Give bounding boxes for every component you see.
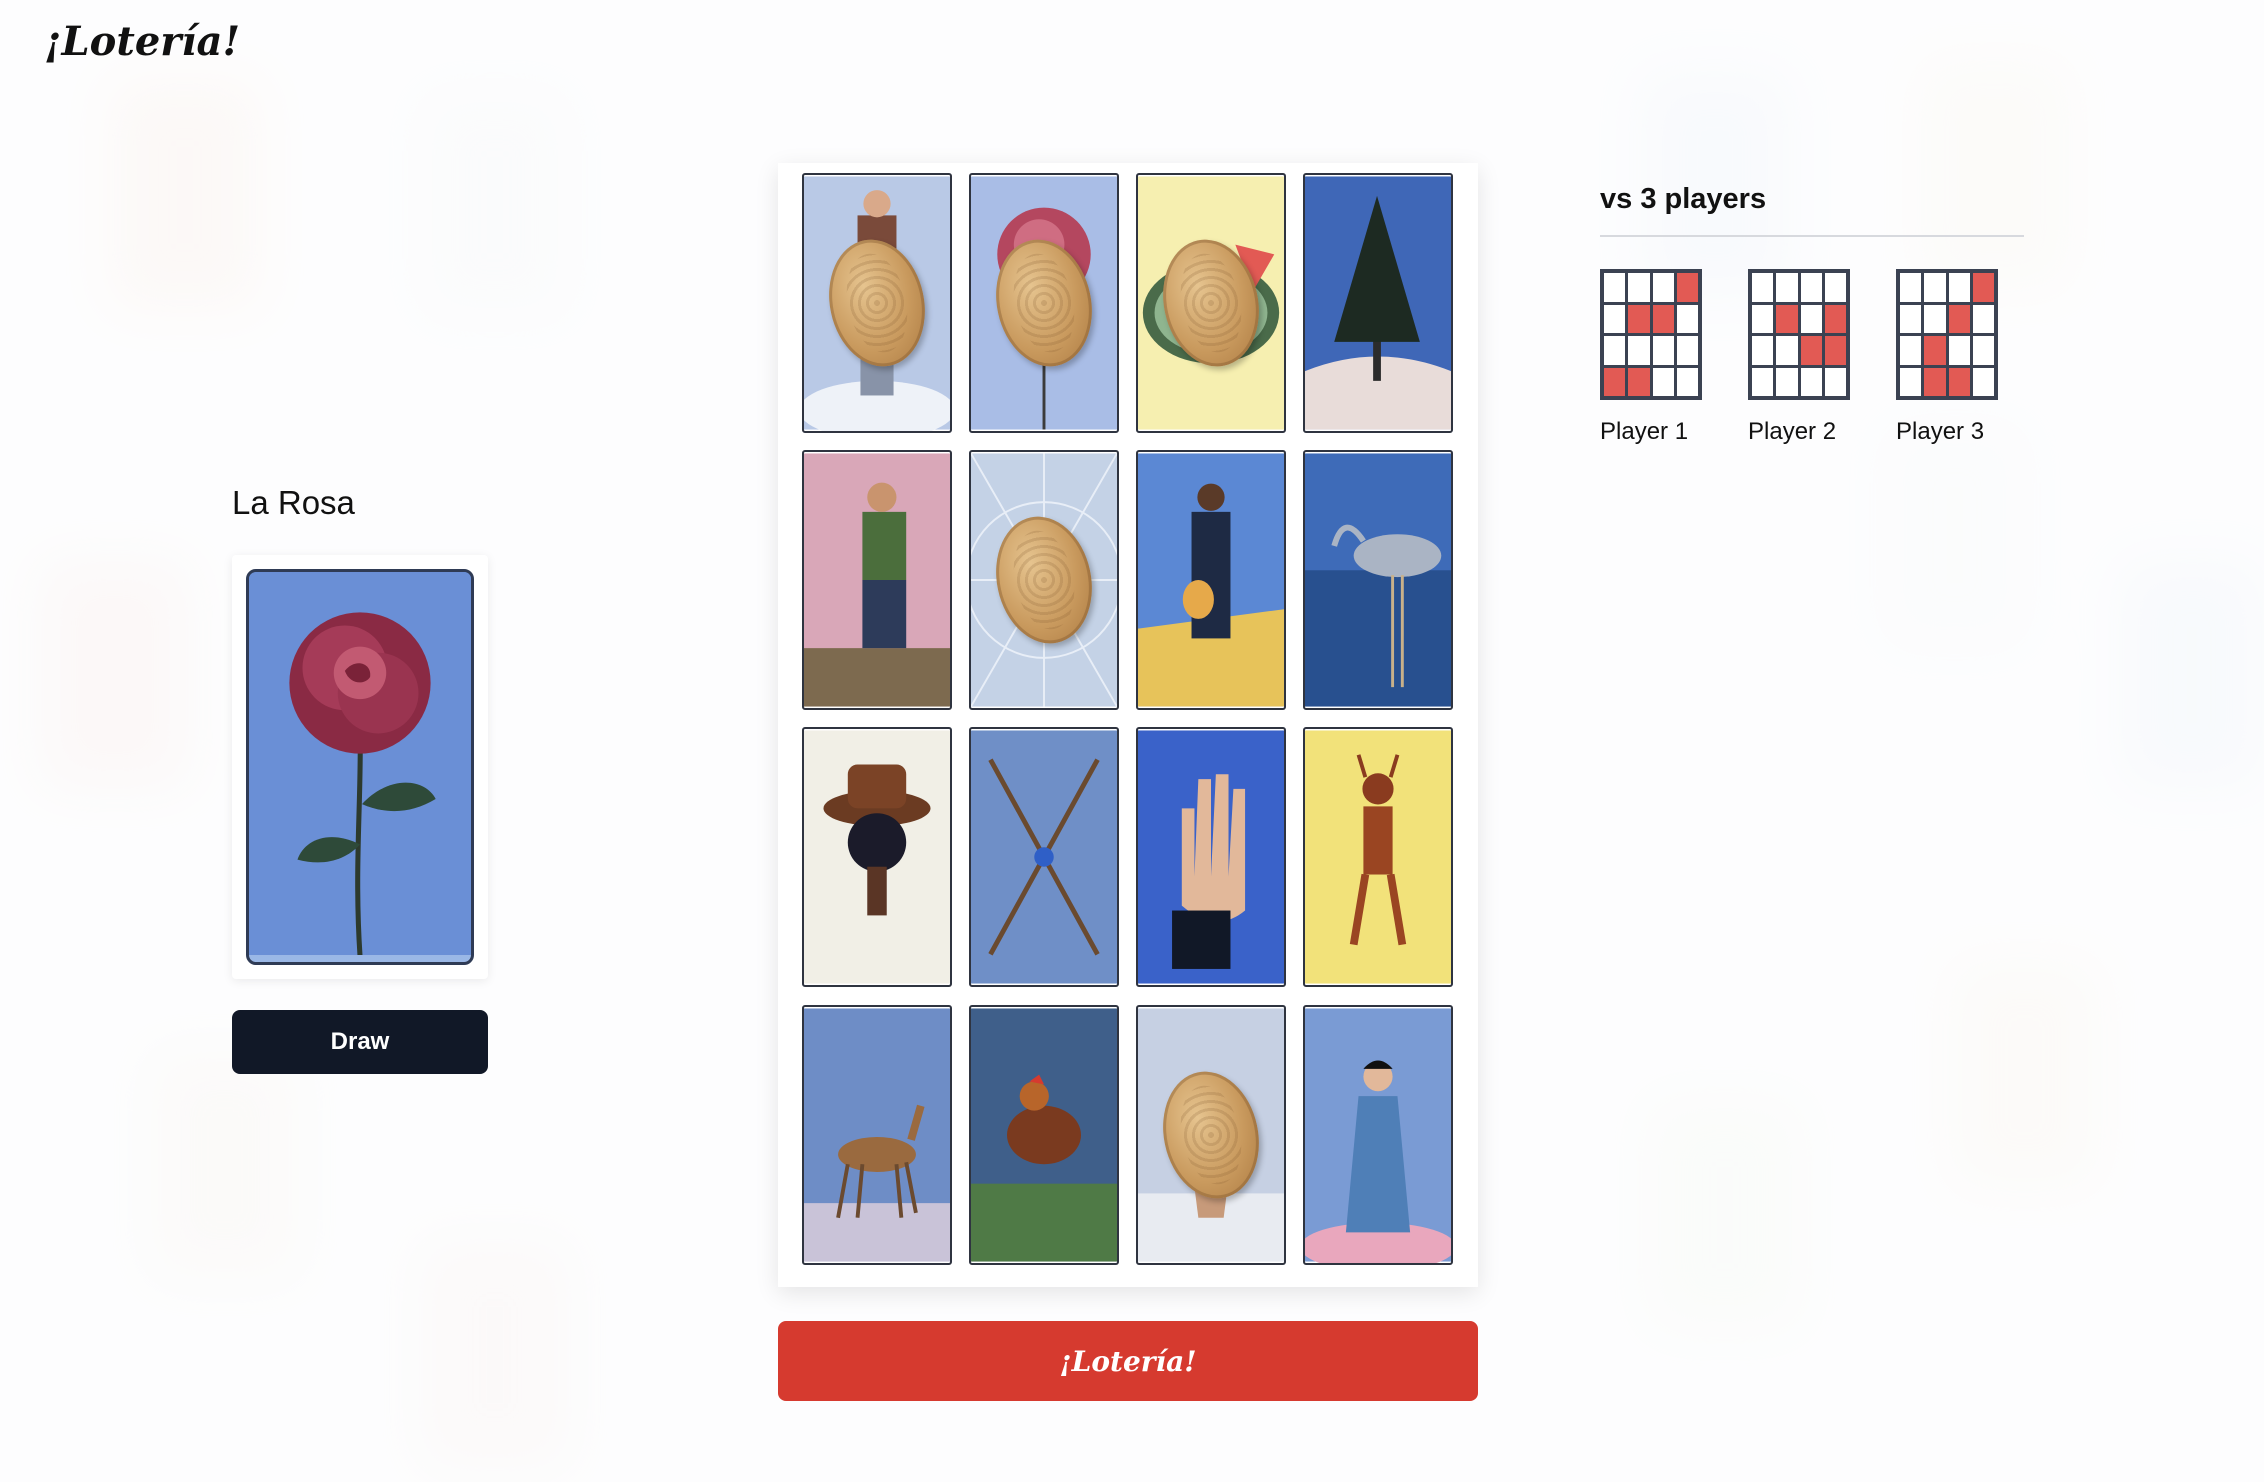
player-mini-board [1600,269,1702,400]
mini-board-cell-marked [1924,367,1946,396]
mini-board-cell [1652,367,1674,396]
mini-board-cell [1972,367,1994,396]
mini-board-cell [1752,273,1774,302]
board-card-arrows[interactable] [969,727,1119,987]
board-card-rose[interactable] [969,173,1119,433]
called-card-name: La Rosa [232,484,355,521]
board-card-flowerpot[interactable] [1136,1005,1286,1265]
mini-board-cell [1900,304,1922,333]
mini-board-cell-marked [1628,304,1650,333]
mini-board-cell [1752,336,1774,365]
board-card-pine[interactable] [1303,173,1453,433]
mini-board-cell [1900,273,1922,302]
mini-board-cell [1676,336,1698,365]
mini-board-cell-marked [1924,336,1946,365]
player-mini-board [1896,269,1998,400]
mini-board-cell [1972,304,1994,333]
opponent-player-1: Player 1 [1600,269,1702,446]
mini-board-cell-marked [1972,273,1994,302]
mini-board-cell [1604,273,1626,302]
board-card-lady[interactable] [1303,1005,1453,1265]
board-card-watermelon[interactable] [1136,173,1286,433]
mini-board-cell [1604,336,1626,365]
board-card-deer[interactable] [802,1005,952,1265]
loteria-button[interactable]: ¡Lotería! [778,1321,1478,1401]
mini-board-cell [1776,367,1798,396]
board-card-hat[interactable] [802,727,952,987]
mini-board-cell [1652,336,1674,365]
mini-board-cell-marked [1676,273,1698,302]
mini-board-cell [1752,304,1774,333]
mini-board-cell [1776,273,1798,302]
mini-board-cell-marked [1604,367,1626,396]
mini-board-cell-marked [1800,336,1822,365]
mini-board-cell [1676,304,1698,333]
mini-board-cell [1776,336,1798,365]
mini-board-cell [1628,273,1650,302]
mini-board-cell [1948,336,1970,365]
loteria-board [778,163,1478,1287]
called-card [232,555,488,979]
mini-board-cell [1800,273,1822,302]
mini-board-cell [1824,273,1846,302]
player-mini-board [1748,269,1850,400]
board-card-man[interactable] [802,173,952,433]
board-card-devil[interactable] [1303,727,1453,987]
app-logo: ¡Lotería! [44,18,241,65]
mini-board-cell [1652,273,1674,302]
mini-board-cell-marked [1824,304,1846,333]
mini-board-cell [1752,367,1774,396]
board-card-drunk[interactable] [802,450,952,710]
mini-board-cell [1824,367,1846,396]
mini-board-cell-marked [1948,304,1970,333]
mini-board-cell [1900,367,1922,396]
mini-board-cell [1604,304,1626,333]
board-card-spider[interactable] [969,450,1119,710]
mini-board-cell [1900,336,1922,365]
rose-illustration [249,572,471,956]
board-card-musician[interactable] [1136,450,1286,710]
player-name: Player 3 [1896,418,1985,445]
mini-board-cell [1800,304,1822,333]
mini-board-cell [1972,336,1994,365]
mini-board-cell [1628,336,1650,365]
opponents-title: vs 3 players [1600,183,1767,215]
mini-board-cell [1948,273,1970,302]
draw-button[interactable]: Draw [232,1010,488,1074]
board-card-rooster[interactable] [969,1005,1119,1265]
mini-board-cell-marked [1652,304,1674,333]
board-card-heron[interactable] [1303,450,1453,710]
mini-board-cell [1676,367,1698,396]
mini-board-cell-marked [1948,367,1970,396]
player-name: Player 2 [1748,418,1837,445]
mini-board-cell [1800,367,1822,396]
opponent-player-2: Player 2 [1748,269,1850,446]
board-card-hand[interactable] [1136,727,1286,987]
mini-board-cell-marked [1824,336,1846,365]
mini-board-cell-marked [1628,367,1650,396]
mini-board-cell [1924,304,1946,333]
mini-board-cell [1924,273,1946,302]
player-name: Player 1 [1600,418,1689,445]
opponent-player-3: Player 3 [1896,269,1998,446]
opponents-divider [1600,235,2024,237]
mini-board-cell-marked [1776,304,1798,333]
